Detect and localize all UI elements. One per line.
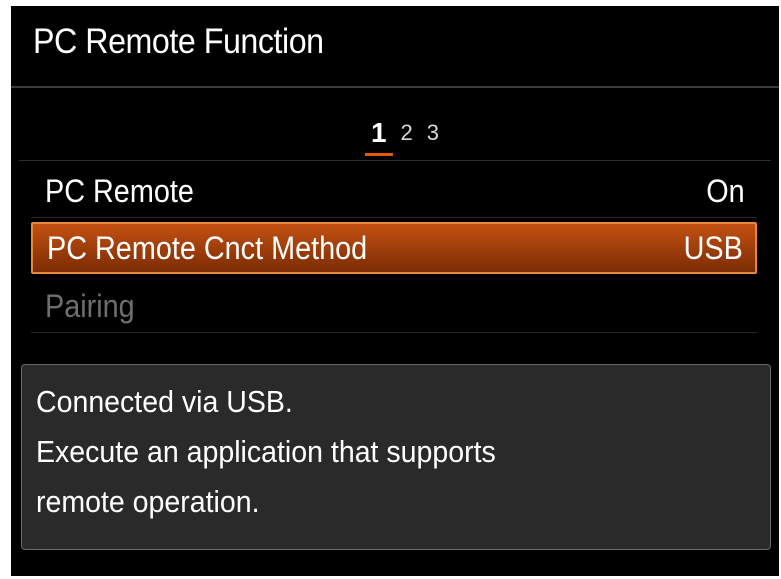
page-title: PC Remote Function xyxy=(33,22,324,61)
menu-item-label: PC Remote Cnct Method xyxy=(47,229,368,266)
page-tab-2[interactable]: 2 xyxy=(401,120,413,146)
help-text-panel: Connected via USB. Execute an applicatio… xyxy=(21,364,771,550)
menu-item-pc-remote-cnct-method[interactable]: PC Remote Cnct Method USB xyxy=(31,222,757,274)
menu-item-value: On xyxy=(706,173,745,209)
camera-menu-screen: PC Remote Function 1 2 3 PC Remote On PC… xyxy=(11,6,779,576)
help-line-1: Connected via USB. xyxy=(36,384,293,419)
help-line-2: Execute an application that supports xyxy=(36,434,496,469)
menu-item-pairing[interactable]: Pairing xyxy=(31,281,757,333)
menu-item-value: USB xyxy=(683,229,743,266)
page-tab-1[interactable]: 1 xyxy=(365,119,392,156)
page-indicator: 1 2 3 xyxy=(11,106,779,156)
menu-item-label: PC Remote xyxy=(45,173,194,209)
help-line-3: remote operation. xyxy=(36,484,260,519)
page-tab-3[interactable]: 3 xyxy=(427,120,439,146)
page-indicator-divider xyxy=(19,160,771,161)
menu-item-pc-remote[interactable]: PC Remote On xyxy=(31,166,757,218)
title-divider xyxy=(11,86,779,88)
menu-item-label: Pairing xyxy=(45,288,135,324)
